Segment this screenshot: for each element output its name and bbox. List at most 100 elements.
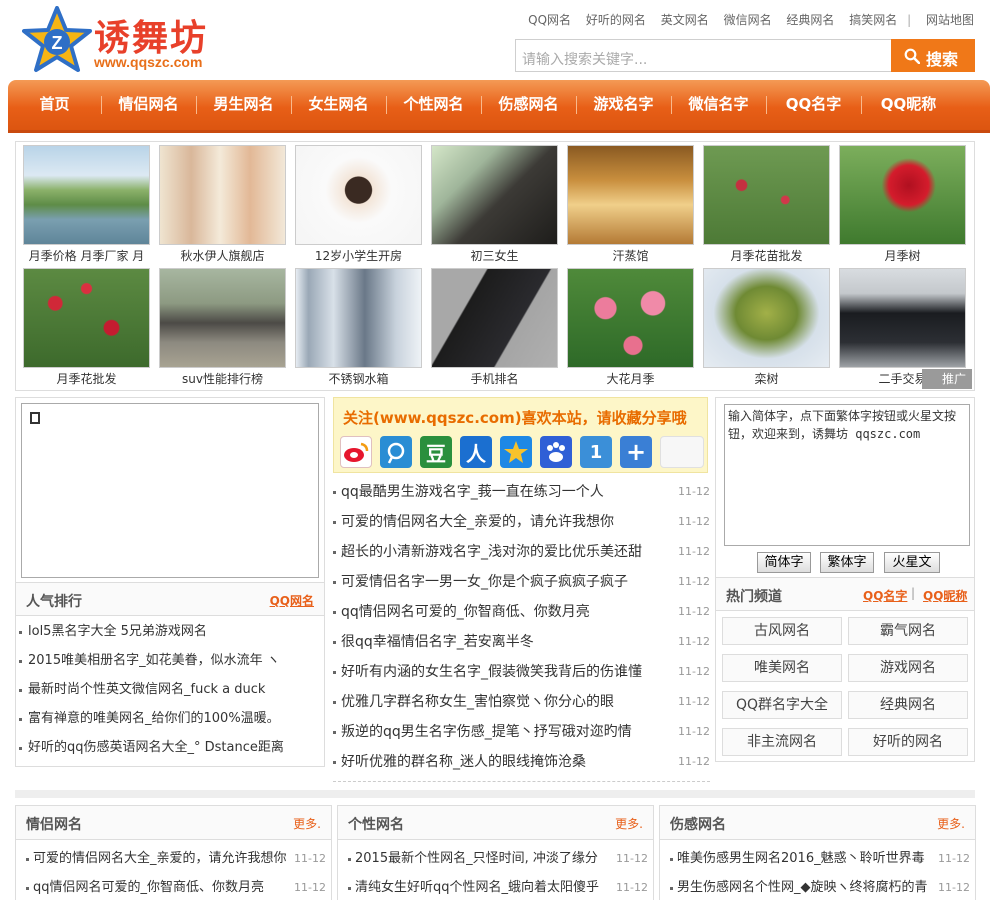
weibo-icon[interactable] xyxy=(340,436,372,468)
list-item[interactable]: 很qq幸福情侣名字_若安离半冬 11-12 xyxy=(333,627,710,657)
top-links: QQ网名 好听的网名 英文网名 微信网名 经典网名 搞笑网名 | 网站地图 xyxy=(517,11,974,28)
ad-placeholder[interactable] xyxy=(21,403,319,578)
more-link[interactable]: 更多. xyxy=(615,815,643,832)
box-title: 伤感网名 xyxy=(670,817,726,833)
gallery-item[interactable]: 月季花苗批发 xyxy=(703,145,830,267)
more-link[interactable]: 更多. xyxy=(937,815,965,832)
popular-more-link[interactable]: QQ网名 xyxy=(270,592,314,609)
hot-channel-item[interactable]: 霸气网名 xyxy=(848,617,968,645)
list-item[interactable]: 富有禅意的唯美网名_给你们的100%温暖。 xyxy=(16,704,321,733)
box-list: 2015最新个性网名_只怪时间, 冲淡了缘分 11-12 清纯女生好听qq个性网名… xyxy=(345,844,648,900)
traditional-button[interactable]: 繁体字 xyxy=(820,552,874,573)
hot-channel-item[interactable]: 古风网名 xyxy=(722,617,842,645)
gallery-item[interactable]: 初三女生 xyxy=(431,145,558,267)
gallery-caption: 月季价格 月季厂家 月 xyxy=(28,249,145,263)
nav-qq-name[interactable]: QQ名字 xyxy=(766,80,861,130)
list-item-date: 11-12 xyxy=(678,725,710,738)
share-counter[interactable] xyxy=(660,436,704,468)
qzone-icon[interactable] xyxy=(500,436,532,468)
gallery-item[interactable]: 手机排名 xyxy=(431,268,558,390)
gallery-item[interactable]: suv性能排行榜 xyxy=(159,268,286,390)
hot-link-qq-nick[interactable]: QQ昵称 xyxy=(923,587,967,604)
list-item[interactable]: 可爱情侣名字一男一女_你是个疯子疯疯子疯子 11-12 xyxy=(333,567,710,597)
gallery-caption: 月季花批发 xyxy=(56,372,117,386)
list-item[interactable]: 可爱的情侣网名大全_亲爱的，请允许我想你 11-12 xyxy=(333,507,710,537)
douban-icon[interactable]: 豆 xyxy=(420,436,452,468)
more-share-icon[interactable]: + xyxy=(620,436,652,468)
nav-underline xyxy=(8,130,990,133)
hot-channel-item[interactable]: 好听的网名 xyxy=(848,728,968,756)
list-item[interactable]: 可爱的情侣网名大全_亲爱的，请允许我想你 11-12 xyxy=(23,844,326,873)
list-item-text: 可爱情侣名字一男一女_你是个疯子疯疯子疯子 xyxy=(341,574,628,590)
gallery-item[interactable]: 栾树 xyxy=(703,268,830,390)
gallery-item[interactable]: 月季树 xyxy=(839,145,966,267)
list-item[interactable]: qq情侣网名可爱的_你智商低、你数月亮 11-12 xyxy=(23,873,326,900)
top-link-classic[interactable]: 经典网名 xyxy=(786,13,834,27)
converter-textarea[interactable]: 输入简体字，点下面繁体字按钮或火星文按钮，欢迎来到，诱舞坊 qqszc.com xyxy=(724,404,970,546)
gallery-item[interactable]: 月季花批发 xyxy=(23,268,150,390)
baidu-icon[interactable] xyxy=(540,436,572,468)
goldenrain-tree-image xyxy=(703,268,830,368)
nav-personal[interactable]: 个性网名 xyxy=(386,80,481,130)
nav-home[interactable]: 首页 xyxy=(8,80,101,130)
kaixin-icon[interactable]: 1 xyxy=(580,436,612,468)
list-item[interactable]: lol5黑名字大全 5兄弟游戏网名 xyxy=(16,617,321,646)
list-item[interactable]: 清纯女生好听qq个性网名_蛾向着太阳傻乎 11-12 xyxy=(345,873,648,900)
nav-couple[interactable]: 情侣网名 xyxy=(101,80,196,130)
document-icon xyxy=(30,412,40,424)
simplified-button[interactable]: 简体字 xyxy=(757,552,811,573)
top-link-wechat[interactable]: 微信网名 xyxy=(724,13,772,27)
hot-channel-item[interactable]: 游戏网名 xyxy=(848,654,968,682)
martian-button[interactable]: 火星文 xyxy=(884,552,940,573)
list-item[interactable]: 超长的小清新游戏名字_浅对沵的爱比优乐美还甜 11-12 xyxy=(333,537,710,567)
list-item[interactable]: 2015最新个性网名_只怪时间, 冲淡了缘分 11-12 xyxy=(345,844,648,873)
hot-channel-item[interactable]: 非主流网名 xyxy=(722,728,842,756)
top-link-english[interactable]: 英文网名 xyxy=(661,13,709,27)
share-icons: 豆 人 1 + xyxy=(340,436,712,468)
list-item[interactable]: 男生伤感网名个性网_◆旋映ヽ终将腐朽的青 11-12 xyxy=(667,873,970,900)
gallery-item[interactable]: 汗蒸馆 xyxy=(567,145,694,267)
list-item-text: 很qq幸福情侣名字_若安离半冬 xyxy=(341,634,534,650)
search-input[interactable]: 请输入搜索关键字... xyxy=(515,39,892,72)
top-link-qq[interactable]: QQ网名 xyxy=(528,13,571,27)
list-item[interactable]: 好听优雅的群名称_迷人的眼线掩饰沧桑 11-12 xyxy=(333,747,710,777)
ad-tag[interactable]: 推广 xyxy=(922,369,972,389)
nav-game[interactable]: 游戏名字 xyxy=(576,80,671,130)
gallery-item[interactable]: 月季价格 月季厂家 月 xyxy=(23,145,150,267)
hot-channel-item[interactable]: 经典网名 xyxy=(848,691,968,719)
tencent-weibo-icon[interactable] xyxy=(380,436,412,468)
nav-female[interactable]: 女生网名 xyxy=(291,80,386,130)
list-item[interactable]: 叛逆的qq男生名字伤感_提笔丶抒写硪对迩旳情 11-12 xyxy=(333,717,710,747)
student-image xyxy=(295,145,422,245)
red-rose-image xyxy=(839,145,966,245)
list-item[interactable]: 最新时尚个性英文微信网名_fuck a duck xyxy=(16,675,321,704)
nav-male[interactable]: 男生网名 xyxy=(196,80,291,130)
list-item[interactable]: qq最酷男生游戏名字_莪一直在练习一个人 11-12 xyxy=(333,477,710,507)
hot-channel-item[interactable]: QQ群名字大全 xyxy=(722,691,842,719)
list-item[interactable]: qq情侣网名可爱的_你智商低、你数月亮 11-12 xyxy=(333,597,710,627)
list-item[interactable]: 唯美伤感男生网名2016_魅惑丶聆听世界毒 11-12 xyxy=(667,844,970,873)
list-item-text: 超长的小清新游戏名字_浅对沵的爱比优乐美还甜 xyxy=(341,544,642,560)
gallery-item[interactable]: 12岁小学生开房 xyxy=(295,145,422,267)
gallery-item[interactable]: 大花月季 xyxy=(567,268,694,390)
top-link-sitemap[interactable]: 网站地图 xyxy=(926,13,974,27)
site-logo[interactable]: Z 诱舞坊 www.qqszc.com xyxy=(22,6,252,74)
top-link-funny[interactable]: 搞笑网名 xyxy=(849,13,897,27)
list-item[interactable]: 好听有内涵的女生名字_假装微笑我背后的伤谁懂 11-12 xyxy=(333,657,710,687)
list-item-date: 11-12 xyxy=(294,881,326,894)
list-item[interactable]: 2015唯美相册名字_如花美眷，似水流年 ヽ xyxy=(16,646,321,675)
nav-sad[interactable]: 伤感网名 xyxy=(481,80,576,130)
search-button[interactable]: 搜索 xyxy=(891,39,975,72)
latest-list: qq最酷男生游戏名字_莪一直在练习一个人 11-12 可爱的情侣网名大全_亲爱的，… xyxy=(333,477,710,777)
gallery-item[interactable]: 不锈钢水箱 xyxy=(295,268,422,390)
list-item[interactable]: 优雅几字群名称女生_害怕察觉ヽ你分心的眼 11-12 xyxy=(333,687,710,717)
nav-wechat[interactable]: 微信名字 xyxy=(671,80,766,130)
top-link-nice[interactable]: 好听的网名 xyxy=(586,13,646,27)
nav-qq-nick[interactable]: QQ昵称 xyxy=(861,80,956,130)
more-link[interactable]: 更多. xyxy=(293,815,321,832)
list-item[interactable]: 好听的qq伤感英语网名大全_° Dstance距离 xyxy=(16,733,321,762)
renren-icon[interactable]: 人 xyxy=(460,436,492,468)
hot-channel-item[interactable]: 唯美网名 xyxy=(722,654,842,682)
hot-link-qq-name[interactable]: QQ名字 xyxy=(863,587,907,604)
gallery-item[interactable]: 秋水伊人旗舰店 xyxy=(159,145,286,267)
